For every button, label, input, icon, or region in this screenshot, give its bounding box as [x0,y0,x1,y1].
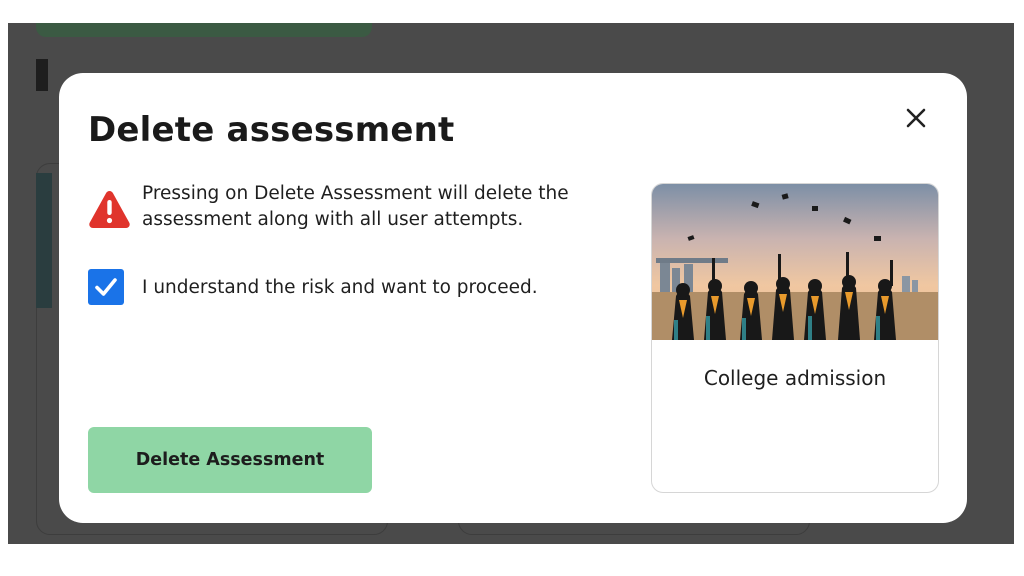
delete-assessment-dialog: Delete assessment Pressing on Delete Ass… [59,73,967,523]
warning-text: Pressing on Delete Assessment will delet… [142,183,569,230]
confirm-risk-checkbox[interactable] [88,269,124,305]
background-header-bar [36,23,372,37]
warning-icon [89,191,130,228]
close-icon [906,108,926,128]
assessment-card: College admission [651,183,939,493]
close-button[interactable] [899,101,933,135]
background-overlay: Delete assessment Pressing on Delete Ass… [8,23,1014,544]
checkmark-icon [95,278,117,296]
dialog-title: Delete assessment [88,110,455,150]
warning-message: Pressing on Delete Assessment will delet… [88,181,628,233]
delete-assessment-button[interactable]: Delete Assessment [88,427,372,493]
confirm-risk-checkbox-row[interactable]: I understand the risk and want to procee… [88,269,538,305]
assessment-card-title: College admission [703,366,887,390]
graduates-image [652,184,938,340]
confirm-risk-label: I understand the risk and want to procee… [142,276,538,298]
background-heading [36,59,48,91]
background-card-image [36,173,52,308]
